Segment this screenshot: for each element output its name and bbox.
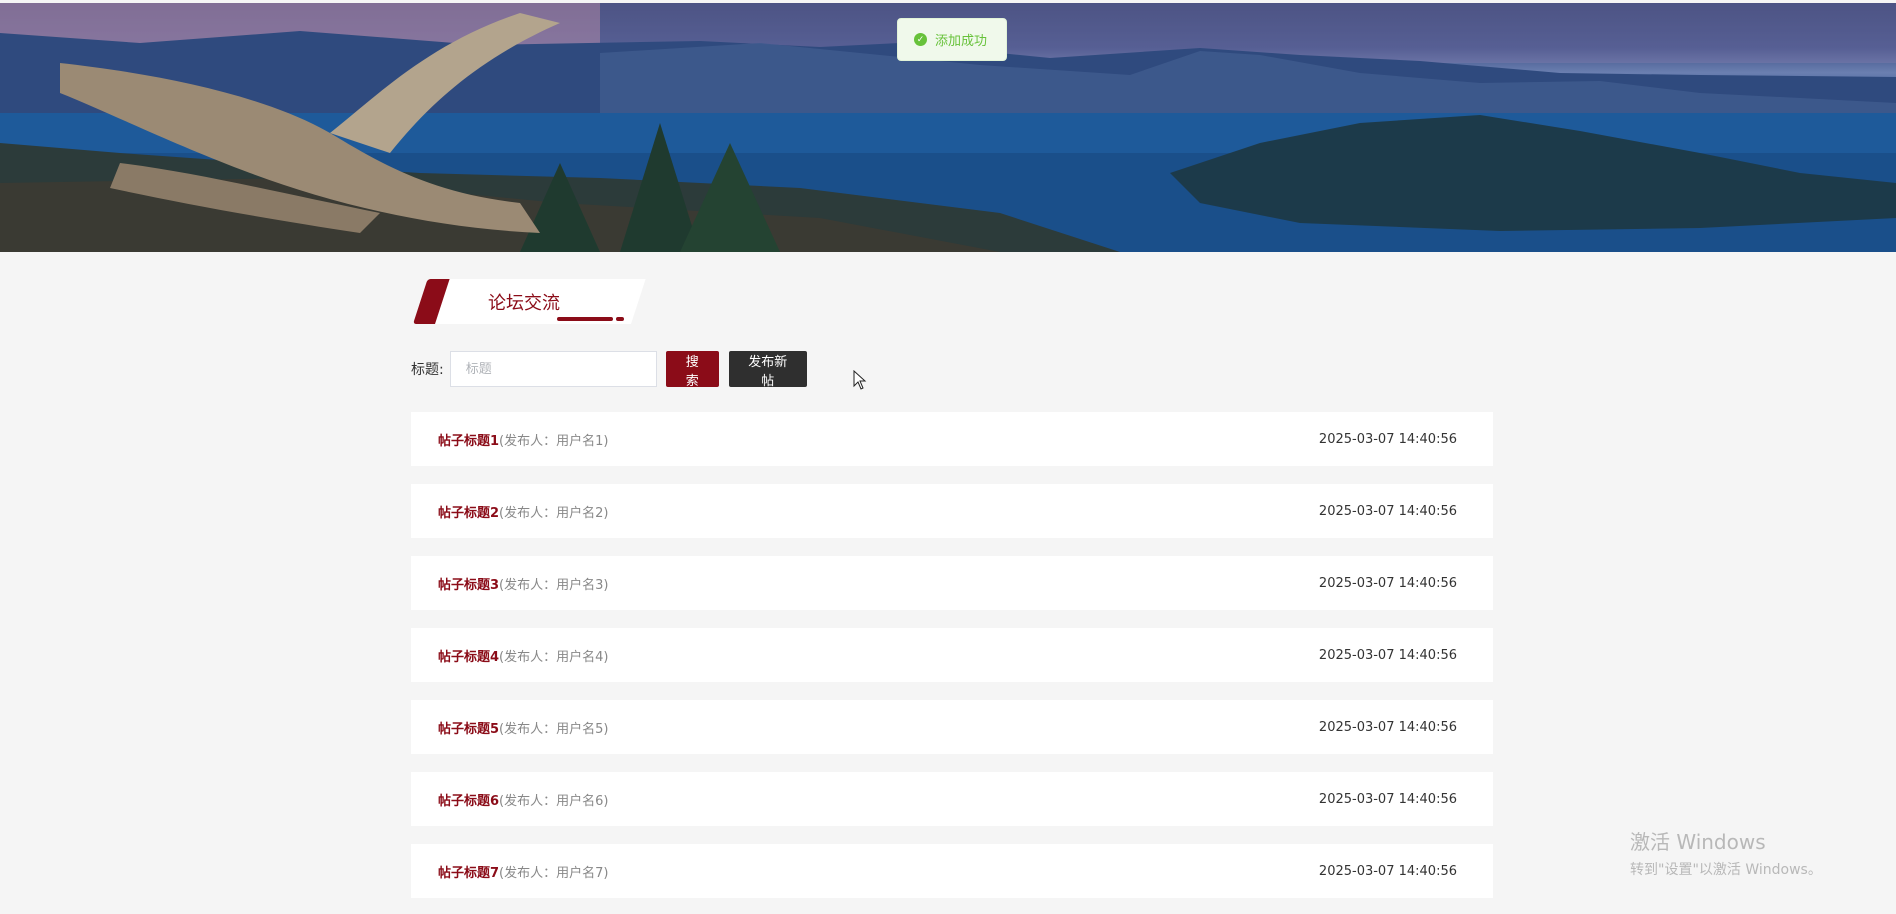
heading-underline bbox=[557, 317, 613, 321]
list-item[interactable]: 帖子标题5(发布人：用户名5) 2025-03-07 14:40:56 bbox=[411, 700, 1493, 754]
search-bar: 标题: 搜索 发布新帖 bbox=[411, 351, 807, 389]
list-item[interactable]: 帖子标题4(发布人：用户名4) 2025-03-07 14:40:56 bbox=[411, 628, 1493, 682]
post-list: 帖子标题1(发布人：用户名1) 2025-03-07 14:40:56 帖子标题… bbox=[411, 412, 1493, 914]
windows-activation-watermark: 激活 Windows 转到"设置"以激活 Windows。 bbox=[1630, 826, 1822, 879]
post-title[interactable]: 帖子标题2 bbox=[438, 506, 499, 521]
list-item[interactable]: 帖子标题2(发布人：用户名2) 2025-03-07 14:40:56 bbox=[411, 484, 1493, 538]
post-title[interactable]: 帖子标题4 bbox=[438, 650, 499, 665]
post-author: (发布人：用户名7) bbox=[499, 865, 609, 881]
list-item[interactable]: 帖子标题3(发布人：用户名3) 2025-03-07 14:40:56 bbox=[411, 556, 1493, 610]
post-title[interactable]: 帖子标题6 bbox=[438, 794, 499, 809]
publish-post-button[interactable]: 发布新帖 bbox=[728, 351, 807, 389]
post-title[interactable]: 帖子标题3 bbox=[438, 578, 499, 593]
post-time: 2025-03-07 14:40:56 bbox=[1318, 431, 1457, 447]
mouse-cursor-icon bbox=[853, 370, 867, 390]
list-item[interactable]: 帖子标题6(发布人：用户名6) 2025-03-07 14:40:56 bbox=[411, 772, 1493, 826]
success-toast: ✓ 添加成功 bbox=[897, 18, 1007, 61]
toast-message: 添加成功 bbox=[935, 34, 988, 49]
post-author: (发布人：用户名3) bbox=[499, 577, 609, 593]
check-circle-icon: ✓ bbox=[914, 33, 927, 46]
post-time: 2025-03-07 14:40:56 bbox=[1318, 575, 1457, 591]
heading-underline-dot bbox=[616, 317, 624, 321]
watermark-line2: 转到"设置"以激活 Windows。 bbox=[1630, 862, 1822, 878]
section-heading: 论坛交流 bbox=[413, 279, 646, 324]
list-item[interactable]: 帖子标题1(发布人：用户名1) 2025-03-07 14:40:56 bbox=[411, 412, 1493, 466]
post-time: 2025-03-07 14:40:56 bbox=[1318, 647, 1457, 663]
post-title[interactable]: 帖子标题5 bbox=[438, 722, 499, 737]
post-author: (发布人：用户名6) bbox=[499, 793, 609, 809]
post-author: (发布人：用户名5) bbox=[499, 721, 609, 737]
post-title[interactable]: 帖子标题1 bbox=[438, 434, 499, 449]
post-title[interactable]: 帖子标题7 bbox=[438, 866, 499, 881]
post-time: 2025-03-07 14:40:56 bbox=[1318, 719, 1457, 735]
post-time: 2025-03-07 14:40:56 bbox=[1318, 863, 1457, 879]
list-item[interactable]: 帖子标题7(发布人：用户名7) 2025-03-07 14:40:56 bbox=[411, 844, 1493, 898]
post-time: 2025-03-07 14:40:56 bbox=[1318, 503, 1457, 519]
post-author: (发布人：用户名1) bbox=[499, 433, 609, 449]
post-author: (发布人：用户名2) bbox=[499, 505, 609, 521]
page-title: 论坛交流 bbox=[488, 293, 560, 314]
search-label: 标题: bbox=[411, 362, 444, 378]
post-time: 2025-03-07 14:40:56 bbox=[1318, 791, 1457, 807]
title-search-input[interactable] bbox=[449, 351, 657, 387]
watermark-line1: 激活 Windows bbox=[1630, 830, 1766, 854]
post-author: (发布人：用户名4) bbox=[499, 649, 609, 665]
search-button[interactable]: 搜索 bbox=[665, 351, 719, 389]
